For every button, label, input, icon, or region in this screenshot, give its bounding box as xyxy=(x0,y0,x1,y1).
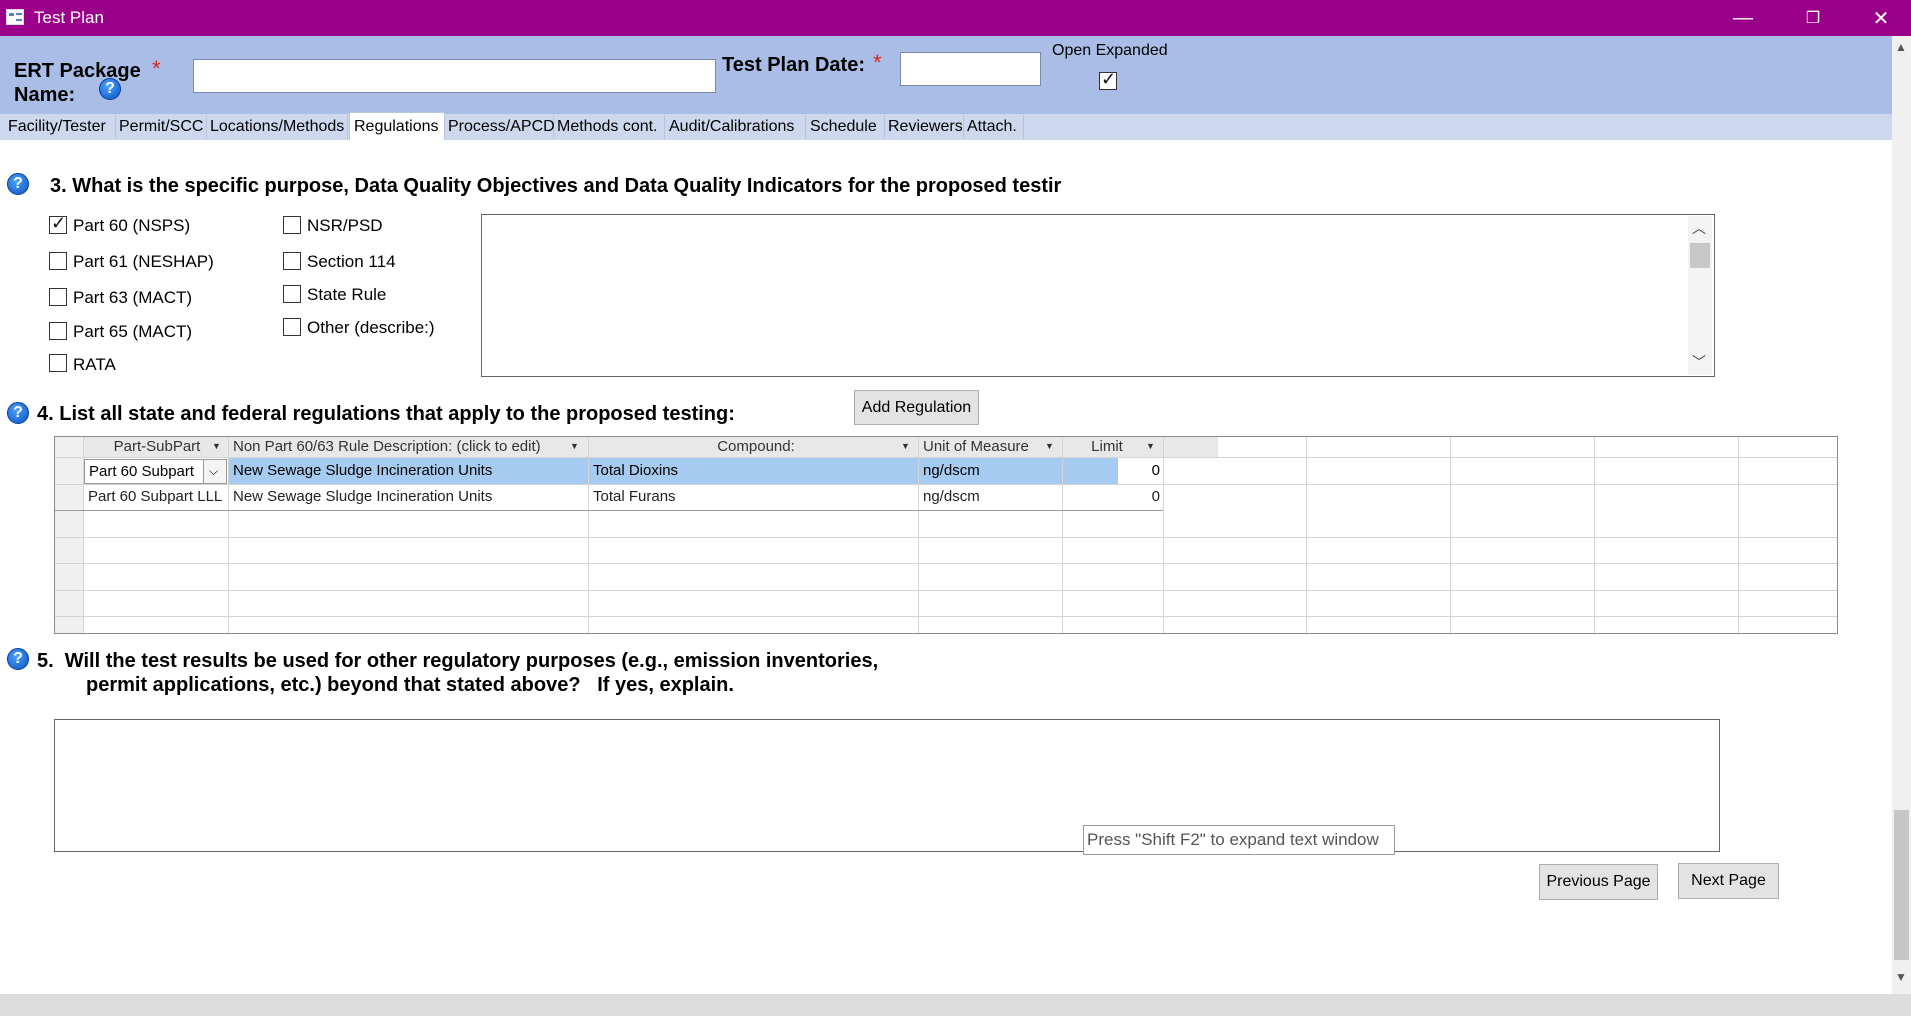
table-cell-limit[interactable]: 0 xyxy=(1063,460,1162,482)
help-icon[interactable]: ? xyxy=(99,78,121,100)
open-expanded-checkbox[interactable] xyxy=(1099,69,1117,90)
required-mark: * xyxy=(873,50,882,75)
tab-reviewers[interactable]: Reviewers xyxy=(884,115,964,139)
table-cell-compound[interactable]: Total Dioxins xyxy=(589,460,917,482)
add-regulation-button[interactable]: Add Regulation xyxy=(854,390,979,425)
open-expanded-label: Open Expanded xyxy=(1052,42,1168,59)
column-header-unit[interactable]: Unit of Measure xyxy=(919,438,1059,455)
chevron-down-icon[interactable]: ﹀ xyxy=(1692,352,1706,372)
status-bar xyxy=(0,994,1911,1016)
checkbox-label: RATA xyxy=(73,355,116,374)
checkbox-other[interactable] xyxy=(283,318,301,336)
regulations-grid[interactable]: Part-SubPart ▼ Non Part 60/63 Rule Descr… xyxy=(54,436,1838,634)
scrollbar-thumb[interactable] xyxy=(1894,810,1909,960)
other-purposes-memo[interactable] xyxy=(54,719,1720,852)
window-title: Test Plan xyxy=(34,8,104,27)
previous-page-button[interactable]: Previous Page xyxy=(1539,864,1658,900)
ert-package-name-input[interactable] xyxy=(193,59,716,93)
close-button[interactable]: ✕ xyxy=(1851,0,1911,36)
column-header-limit[interactable]: Limit xyxy=(1063,438,1147,455)
next-page-button[interactable]: Next Page xyxy=(1678,863,1779,899)
column-header-part-subpart[interactable]: Part-SubPart xyxy=(83,438,227,455)
table-cell-limit[interactable]: 0 xyxy=(1063,486,1162,508)
tab-methods-cont[interactable]: Methods cont. xyxy=(553,115,665,139)
scroll-up-icon[interactable]: ▲ xyxy=(1895,40,1907,54)
tab-regulations[interactable]: Regulations xyxy=(349,112,445,140)
checkbox-section-114[interactable] xyxy=(283,252,301,270)
column-header-compound[interactable]: Compound: xyxy=(589,438,919,455)
question-4-text: 4. List all state and federal regulation… xyxy=(37,403,735,425)
tab-permit-scc[interactable]: Permit/SCC xyxy=(115,115,207,139)
dropdown-arrow-icon[interactable]: ▼ xyxy=(901,441,910,451)
shift-f2-hint: Press "Shift F2" to expand text window xyxy=(1083,825,1395,855)
table-cell-description[interactable]: New Sewage Sludge Incineration Units xyxy=(229,486,587,508)
tab-facility-tester[interactable]: Facility/Tester xyxy=(4,115,116,139)
minimize-button[interactable]: — xyxy=(1713,0,1773,36)
tab-locations-methods[interactable]: Locations/Methods xyxy=(206,115,348,139)
checkbox-part-61[interactable] xyxy=(49,252,67,270)
tab-schedule[interactable]: Schedule xyxy=(806,115,885,139)
tab-attach[interactable]: Attach. xyxy=(963,115,1024,139)
checkbox-part-63[interactable] xyxy=(49,288,67,306)
dropdown-arrow-icon[interactable]: ▼ xyxy=(1146,441,1155,451)
ert-package-label-2: Name: xyxy=(14,84,76,106)
required-mark: * xyxy=(152,56,161,81)
form-icon xyxy=(6,9,24,25)
tab-process-apcd[interactable]: Process/APCD xyxy=(444,115,555,139)
scroll-down-icon[interactable]: ▼ xyxy=(1895,970,1907,984)
question-5-line-2: permit applications, etc.) beyond that s… xyxy=(86,674,734,696)
column-header-description[interactable]: Non Part 60/63 Rule Description: (click … xyxy=(229,438,579,455)
help-icon[interactable]: ? xyxy=(7,648,29,670)
part-subpart-combo[interactable]: Part 60 Subpart xyxy=(84,459,204,484)
table-cell-part[interactable]: Part 60 Subpart LLL xyxy=(84,486,228,508)
table-cell-unit[interactable]: ng/dscm xyxy=(919,460,1061,482)
question-5-line-1: 5. Will the test results be used for oth… xyxy=(37,650,879,672)
checkbox-label: Section 114 xyxy=(307,252,396,271)
checkbox-label: Part 61 (NESHAP) xyxy=(73,252,214,271)
table-cell-unit[interactable]: ng/dscm xyxy=(919,486,1061,508)
record-selector-column xyxy=(55,437,83,633)
checkbox-label: Part 65 (MACT) xyxy=(73,322,193,341)
dropdown-arrow-icon[interactable]: ▼ xyxy=(1045,441,1054,451)
memo-scrollbar-thumb[interactable] xyxy=(1690,243,1710,268)
table-cell-description[interactable]: New Sewage Sludge Incineration Units xyxy=(229,460,587,482)
checkbox-nsr-psd[interactable] xyxy=(283,216,301,234)
chevron-up-icon[interactable]: ︿ xyxy=(1692,218,1706,238)
tab-audit-calibrations[interactable]: Audit/Calibrations xyxy=(665,115,806,139)
checkbox-state-rule[interactable] xyxy=(283,285,301,303)
ert-package-label: ERT Package xyxy=(14,60,141,82)
question-3-text: 3. What is the specific purpose, Data Qu… xyxy=(50,175,1062,197)
purpose-memo[interactable] xyxy=(481,214,1715,377)
dropdown-arrow-icon[interactable]: ▼ xyxy=(212,441,221,451)
table-cell-compound[interactable]: Total Furans xyxy=(589,486,917,508)
test-plan-date-label: Test Plan Date: xyxy=(722,54,865,76)
test-plan-date-input[interactable] xyxy=(900,52,1041,86)
checkbox-label: State Rule xyxy=(307,285,387,304)
checkbox-rata[interactable] xyxy=(49,354,67,372)
checkbox-label: Other (describe:) xyxy=(307,318,435,337)
checkbox-part-65[interactable] xyxy=(49,322,67,340)
checkbox-label: Part 63 (MACT) xyxy=(73,288,193,307)
dropdown-arrow-icon[interactable]: ▼ xyxy=(570,441,579,451)
chevron-down-icon[interactable]: ⌵ xyxy=(203,459,227,484)
restore-button[interactable]: ❐ xyxy=(1783,0,1843,36)
help-icon[interactable]: ? xyxy=(7,173,29,195)
checkbox-label: Part 60 (NSPS) xyxy=(73,216,191,235)
help-icon[interactable]: ? xyxy=(7,402,29,424)
checkbox-part-60[interactable] xyxy=(49,213,67,234)
checkbox-label: NSR/PSD xyxy=(307,216,383,235)
title-bar: Test Plan — ❐ ✕ xyxy=(0,0,1911,36)
